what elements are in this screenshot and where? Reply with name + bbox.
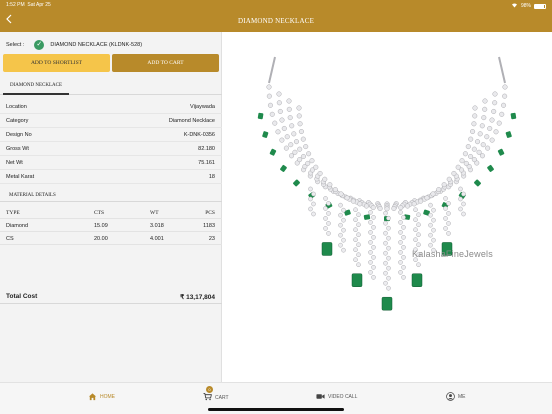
nav-video-label: VIDEO CALL xyxy=(328,393,358,400)
nav-cart[interactable]: 0 CART xyxy=(203,386,229,403)
section-title: MATERIAL DETAILS xyxy=(9,193,56,198)
detail-key: Net Wt xyxy=(6,160,23,166)
cart-icon-wrap: 0 xyxy=(203,386,213,403)
cart-badge: 0 xyxy=(206,386,213,393)
nav-me[interactable]: ME xyxy=(446,392,466,401)
nav-home-label: HOME xyxy=(100,393,115,400)
detail-value: K-DNK-0356 xyxy=(183,132,215,138)
material-details-heading: MATERIAL DETAILS xyxy=(0,188,222,202)
table-row: Diamond 15.09 3.018 1183 xyxy=(0,219,222,232)
status-right: 98% xyxy=(511,2,546,10)
table-cell: 23 xyxy=(208,236,215,242)
detail-row: Location Vijaywada xyxy=(0,100,222,114)
home-indicator xyxy=(208,408,344,411)
battery-percent: 98% xyxy=(520,3,531,9)
nav-cart-label: CART xyxy=(215,394,229,401)
video-camera-icon xyxy=(316,394,325,399)
detail-value: Diamond Necklace xyxy=(168,118,215,124)
nav-home[interactable]: HOME xyxy=(88,392,115,401)
total-label: Total Cost xyxy=(6,293,38,300)
table-cell: 15.09 xyxy=(94,223,108,229)
detail-key: Location xyxy=(6,104,27,110)
table-cell: 4.001 xyxy=(150,236,164,242)
detail-key: Metal Karat xyxy=(6,174,35,180)
column-header: TYPE xyxy=(6,210,20,216)
detail-key: Gross Wt xyxy=(6,146,29,152)
bottom-nav: HOME 0 CART VIDEO CALL ME xyxy=(0,382,552,414)
tab-diamond-necklace[interactable]: DIAMOND NECKLACE xyxy=(3,79,69,95)
status-time: 1:52 PM Sat Apr 25 xyxy=(6,2,51,8)
detail-row: Metal Karat 18 xyxy=(0,170,222,184)
checkmark-icon: ✓ xyxy=(34,40,45,50)
nav-me-label: ME xyxy=(458,393,466,400)
detail-key: Category xyxy=(6,118,29,124)
home-icon xyxy=(88,393,97,401)
table-cell: Diamond xyxy=(6,223,29,229)
details-panel: Select : ✓ DIAMOND NECKLACE (KLDNK-528) … xyxy=(0,32,222,382)
detail-value: 18 xyxy=(208,174,215,180)
table-cell: 3.018 xyxy=(150,223,164,229)
total-cost-row: Total Cost ₹ 13,17,804 xyxy=(0,288,222,304)
detail-value: 75.161 xyxy=(198,160,215,166)
detail-row: Gross Wt 82.180 xyxy=(0,142,222,156)
detail-row: Net Wt 75.161 xyxy=(0,156,222,170)
detail-key: Design No xyxy=(6,132,32,138)
table-header-row: TYPE CTS WT PCS xyxy=(0,206,222,219)
page-title: DIAMOND NECKLACE xyxy=(237,17,315,25)
material-table: TYPE CTS WT PCS Diamond 15.09 3.018 1183… xyxy=(0,206,222,245)
status-bar: 1:52 PM Sat Apr 25 98% xyxy=(0,0,552,10)
nav-video-call[interactable]: VIDEO CALL xyxy=(316,392,357,401)
table-row: CS 20.00 4.001 23 xyxy=(0,232,222,245)
header-bar: DIAMOND NECKLACE xyxy=(0,10,552,32)
table-cell: CS xyxy=(6,236,14,242)
column-header: CTS xyxy=(94,210,105,216)
detail-value: 82.180 xyxy=(198,146,215,152)
select-label: Select : xyxy=(6,42,25,48)
table-cell: 1183 xyxy=(203,223,215,229)
battery-icon xyxy=(534,3,546,9)
add-to-shortlist-button[interactable]: ADD TO SHORTLIST xyxy=(3,54,110,72)
product-image[interactable]: KalashaFineJewels xyxy=(222,32,552,382)
column-header: WT xyxy=(150,210,159,216)
add-to-cart-button[interactable]: ADD TO CART xyxy=(112,54,219,72)
product-details: Location Vijaywada Category Diamond Neckla… xyxy=(0,100,222,184)
detail-row: Design No K-DNK-0356 xyxy=(0,128,222,142)
tab-bar: DIAMOND NECKLACE xyxy=(0,79,222,95)
wifi-icon xyxy=(511,2,518,10)
variant-select[interactable]: Select : ✓ DIAMOND NECKLACE (KLDNK-528) xyxy=(6,40,142,50)
brand-watermark: KalashaFineJewels xyxy=(412,249,493,259)
necklace-image xyxy=(257,56,517,311)
detail-value: Vijaywada xyxy=(190,104,215,110)
user-icon xyxy=(446,392,455,401)
action-buttons: ADD TO SHORTLIST ADD TO CART xyxy=(3,54,219,72)
selected-product: DIAMOND NECKLACE (KLDNK-528) xyxy=(50,42,143,48)
cart-icon xyxy=(203,392,212,401)
detail-row: Category Diamond Necklace xyxy=(0,114,222,128)
column-header: PCS xyxy=(205,210,215,216)
table-cell: 20.00 xyxy=(94,236,108,242)
total-value: ₹ 13,17,804 xyxy=(180,294,215,301)
